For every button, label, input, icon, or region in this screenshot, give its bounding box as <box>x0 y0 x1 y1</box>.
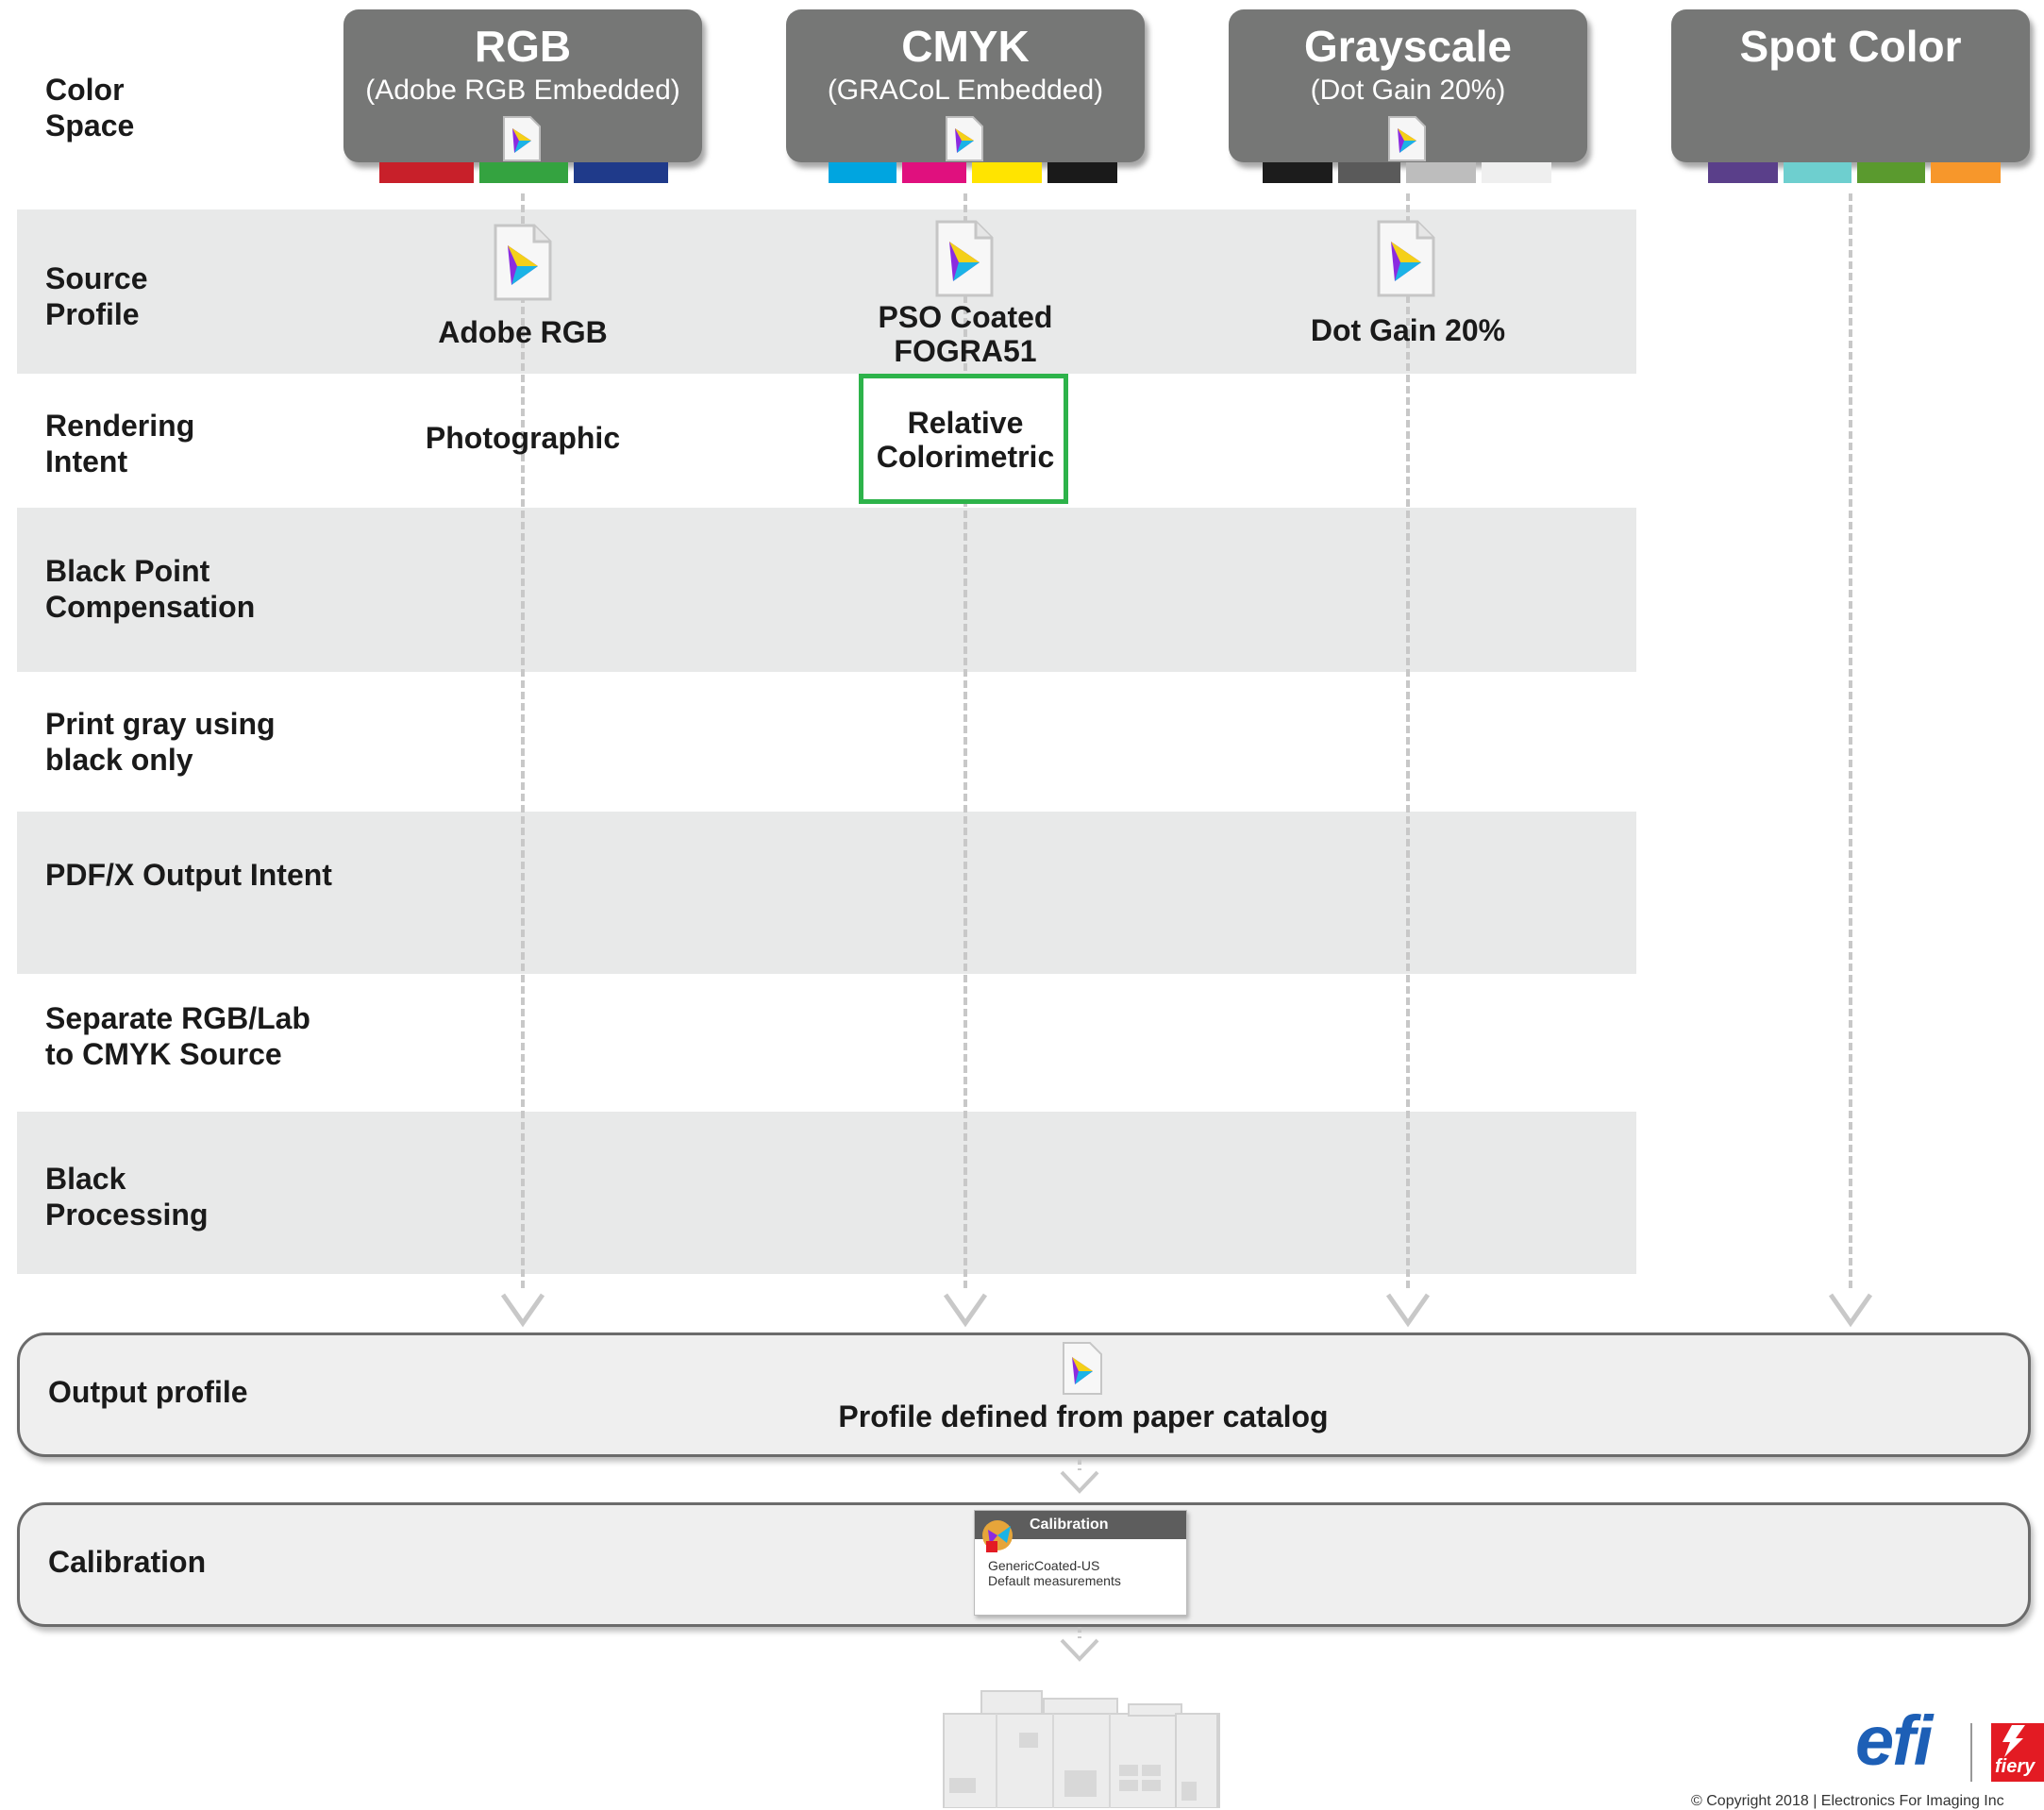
source-profile-grayscale: Dot Gain 20% <box>1310 313 1506 347</box>
color-space-subtitle: (Dot Gain 20%) <box>1310 75 1506 106</box>
source-profile-cmyk: PSO Coated FOGRA51 <box>878 300 1053 368</box>
calibration-card: Calibration GenericCoated-US Default mea… <box>974 1510 1187 1616</box>
output-profile-panel: Output profile Profile defined from pape… <box>17 1332 2031 1457</box>
flow-line-grayscale <box>1406 193 1410 1288</box>
profile-icon <box>503 116 541 161</box>
chevron-down-icon <box>943 1293 988 1328</box>
color-space-title: RGB <box>474 22 572 71</box>
color-space-title: Grayscale <box>1304 22 1512 71</box>
color-space-title: Spot Color <box>1739 22 1962 71</box>
swatch-strip-grayscale <box>1263 162 1555 183</box>
logo-divider <box>1970 1723 1972 1782</box>
color-space-title: CMYK <box>901 22 1030 71</box>
chevron-down-icon <box>1060 1459 1099 1494</box>
rendering-intent-rgb: Photographic <box>425 421 621 455</box>
row-label-black-processing: Black Processing <box>45 1162 209 1232</box>
swatch-black <box>1047 162 1117 183</box>
chevron-down-icon <box>500 1293 545 1328</box>
color-space-subtitle: (Adobe RGB Embedded) <box>365 75 680 106</box>
swatch-yellow <box>972 162 1042 183</box>
swatch-strip-cmyk <box>829 162 1117 183</box>
swatch-gray-70 <box>1338 162 1400 183</box>
chevron-down-icon <box>1385 1293 1431 1328</box>
swatch-strip-rgb <box>379 162 668 183</box>
color-space-subtitle: (GRACoL Embedded) <box>827 75 1104 106</box>
source-profile-rgb: Adobe RGB <box>438 315 608 349</box>
row-label-source-profile: Source Profile <box>45 261 148 331</box>
profile-icon <box>1377 220 1435 297</box>
flow-line-spot <box>1849 193 1852 1288</box>
output-profile-value: Profile defined from paper catalog <box>838 1399 1329 1433</box>
row-label-print-gray: Print gray using black only <box>45 707 276 777</box>
swatch-magenta <box>902 162 966 183</box>
chevron-down-icon <box>1828 1293 1873 1328</box>
row-band-pdfx <box>17 812 1636 974</box>
row-band-black-point <box>17 508 1636 672</box>
profile-icon <box>494 224 552 301</box>
profile-icon <box>1063 1342 1102 1395</box>
color-space-rgb: RGB (Adobe RGB Embedded) <box>343 9 702 162</box>
swatch-gray-5 <box>1482 162 1551 183</box>
efi-logo: efi <box>1855 1701 1933 1780</box>
chevron-down-icon <box>1060 1627 1099 1662</box>
fiery-logo-text: fiery <box>1995 1756 2036 1777</box>
row-label-separate-rgb-lab: Separate RGB/Lab to CMYK Source <box>45 1001 310 1071</box>
row-label-rendering-intent: Rendering Intent <box>45 409 195 478</box>
output-profile-label: Output profile <box>48 1375 248 1409</box>
swatch-strip-spot <box>1708 162 2001 183</box>
color-space-spot: Spot Color <box>1671 9 2030 162</box>
color-space-cmyk: CMYK (GRACoL Embedded) <box>786 9 1145 162</box>
swatch-green <box>479 162 568 183</box>
fiery-logo: fiery <box>1991 1723 2044 1782</box>
swatch-orange <box>1931 162 2001 183</box>
swatch-blue <box>574 162 668 183</box>
swatch-purple <box>1708 162 1778 183</box>
flow-line-rgb <box>521 193 525 1288</box>
swatch-teal <box>1784 162 1851 183</box>
calibration-icon <box>982 1520 1013 1552</box>
row-band-black-processing <box>17 1112 1636 1274</box>
lightning-icon <box>2002 1725 2025 1757</box>
row-label-color-space: Color Space <box>45 73 135 142</box>
calibration-label: Calibration <box>48 1545 207 1579</box>
profile-icon <box>1388 116 1426 161</box>
profile-icon <box>935 220 994 297</box>
printer-icon <box>943 1690 1220 1808</box>
swatch-gray-25 <box>1406 162 1476 183</box>
swatch-cyan <box>829 162 896 183</box>
swatch-gray-100 <box>1263 162 1332 183</box>
rendering-intent-cmyk: Relative Colorimetric <box>876 406 1055 474</box>
copyright: © Copyright 2018 | Electronics For Imagi… <box>1691 1793 2004 1809</box>
row-label-pdfx-output-intent: PDF/X Output Intent <box>45 858 332 892</box>
profile-icon <box>946 116 983 161</box>
row-label-black-point: Black Point Compensation <box>45 554 256 624</box>
swatch-red <box>379 162 474 183</box>
color-space-grayscale: Grayscale (Dot Gain 20%) <box>1229 9 1587 162</box>
swatch-olive <box>1857 162 1925 183</box>
